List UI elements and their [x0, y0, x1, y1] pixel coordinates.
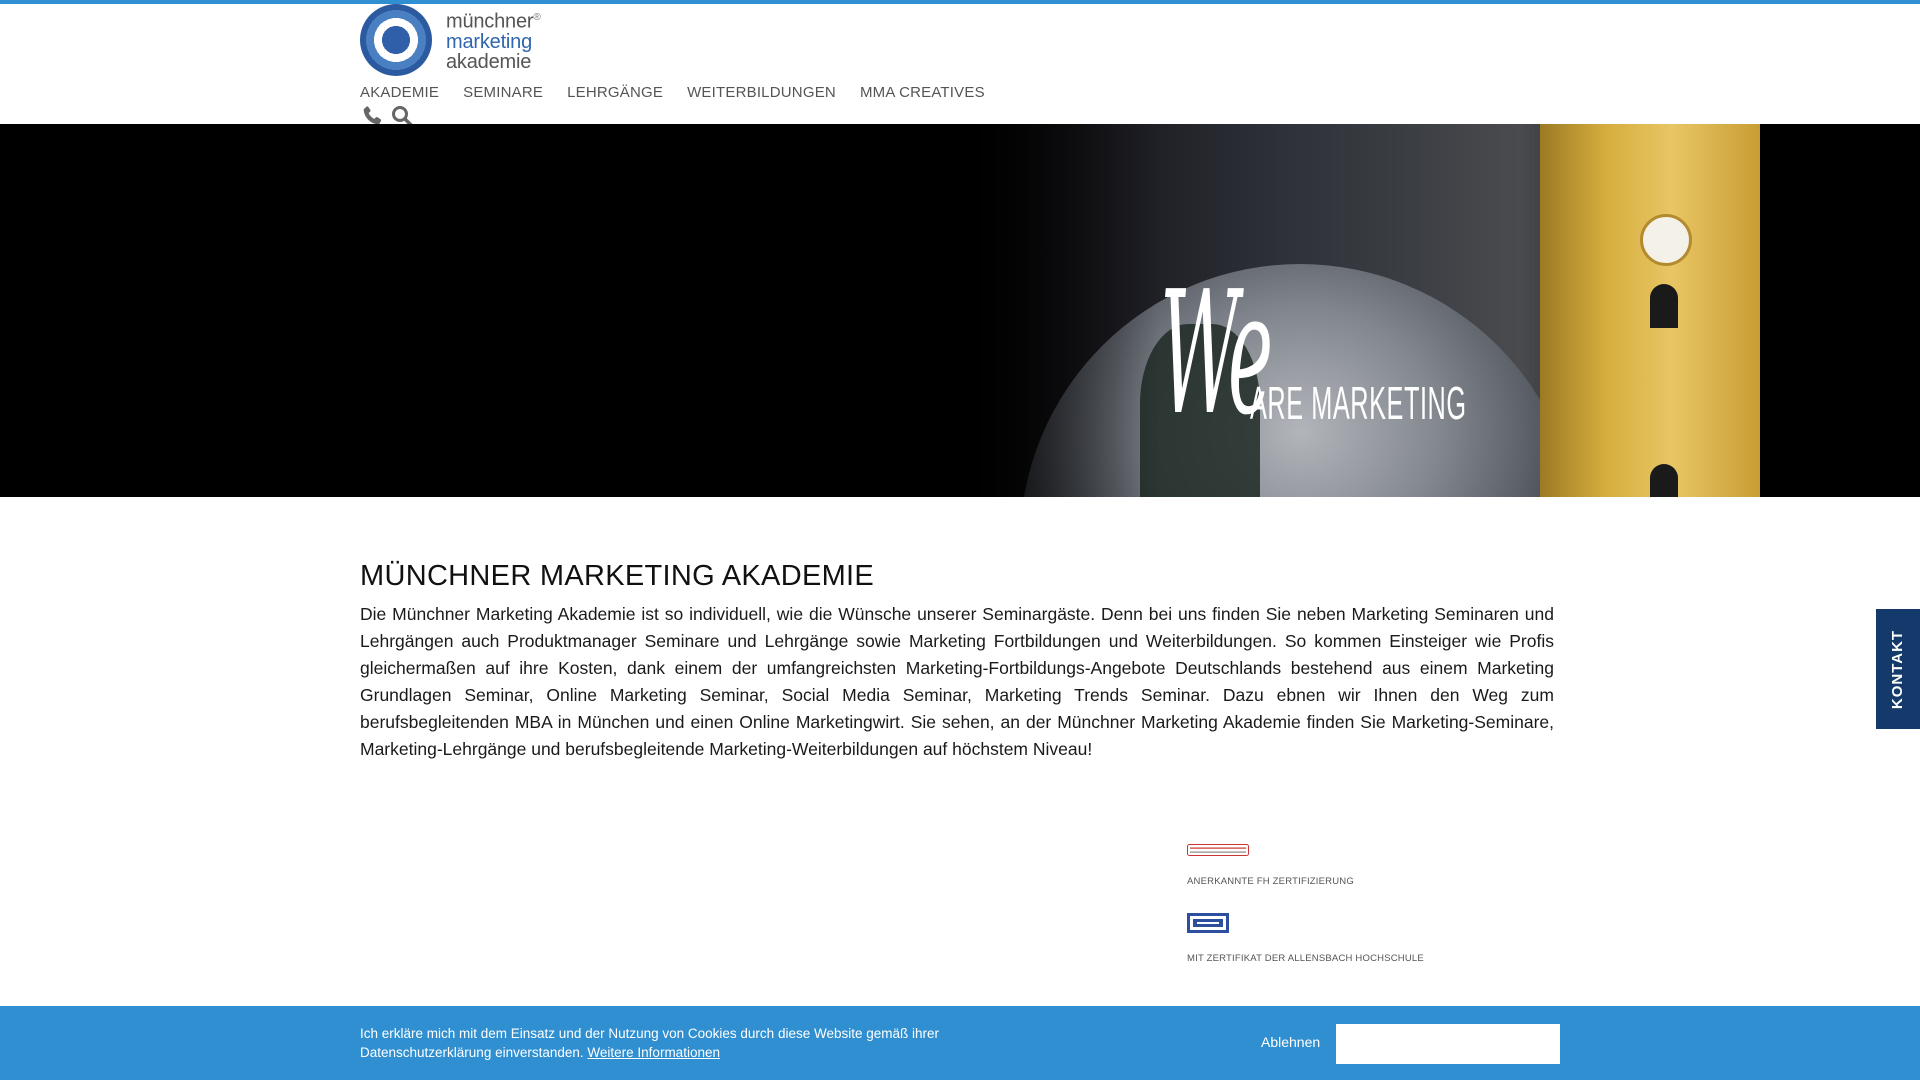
logo-mark-icon [360, 4, 432, 76]
cookie-decline-button[interactable]: Ablehnen [1261, 1034, 1320, 1050]
site-header: münchner® marketing akademie AKADEMIE SE… [0, 4, 1920, 127]
logo-line-1: münchner [446, 10, 534, 33]
hero-banner: We ARE MARKETING [0, 124, 1920, 497]
kontakt-label: KONTAKT [1889, 629, 1907, 709]
nav-item-akademie[interactable]: AKADEMIE [360, 84, 439, 101]
cookie-text-block: Ich erkläre mich mit dem Einsatz und der… [360, 1024, 940, 1062]
logo-line-3: akademie [446, 50, 532, 73]
logo-text: münchner® marketing akademie [446, 8, 541, 72]
cookie-accept-button[interactable] [1336, 1024, 1560, 1064]
logo[interactable]: münchner® marketing akademie [360, 4, 550, 76]
hero-slogan-big: We [1160, 255, 1273, 453]
kontakt-side-tab[interactable]: KONTAKT [1876, 609, 1920, 729]
intro-text: Die Münchner Marketing Akademie ist so i… [360, 604, 1554, 759]
cert-label-fh: ANERKANNTE FH ZERTIFIZIERUNG [1187, 876, 1354, 887]
cert-label-allensbach: MIT ZERTIFIKAT DER ALLENSBACH HOCHSCHULE [1187, 953, 1424, 964]
hero-slogan: We ARE MARKETING [1160, 255, 1644, 453]
fh-cert-logo-icon[interactable] [1187, 844, 1249, 856]
nav-item-weiterbildungen[interactable]: WEITERBILDUNGEN [687, 84, 836, 101]
nav-item-lehrgaenge[interactable]: LEHRGÄNGE [567, 84, 663, 101]
logo-line-2: marketing [446, 30, 533, 53]
nav-item-mma-creatives[interactable]: MMA CREATIVES [860, 84, 985, 101]
certifications: ANERKANNTE FH ZERTIFIZIERUNG MIT ZERTIFI… [1187, 844, 1487, 990]
logo-registered: ® [533, 12, 541, 24]
allensbach-cert-logo-icon[interactable] [1187, 913, 1229, 933]
cert-fh: ANERKANNTE FH ZERTIFIZIERUNG [1187, 844, 1487, 887]
page-title: MÜNCHNER MARKETING AKADEMIE [360, 560, 875, 592]
cookie-banner: Ich erkläre mich mit dem Einsatz und der… [0, 1006, 1920, 1080]
nav-item-seminare[interactable]: SEMINARE [463, 84, 543, 101]
hero-slogan-small: ARE MARKETING [1250, 377, 1467, 429]
cookie-more-info-link[interactable]: Weitere Informationen [587, 1045, 720, 1060]
cert-allensbach: MIT ZERTIFIKAT DER ALLENSBACH HOCHSCHULE [1187, 913, 1487, 964]
main-nav: AKADEMIE SEMINARE LEHRGÄNGE WEITERBILDUN… [360, 84, 985, 101]
main-content: MÜNCHNER MARKETING AKADEMIE Die Münchner… [360, 560, 1554, 763]
